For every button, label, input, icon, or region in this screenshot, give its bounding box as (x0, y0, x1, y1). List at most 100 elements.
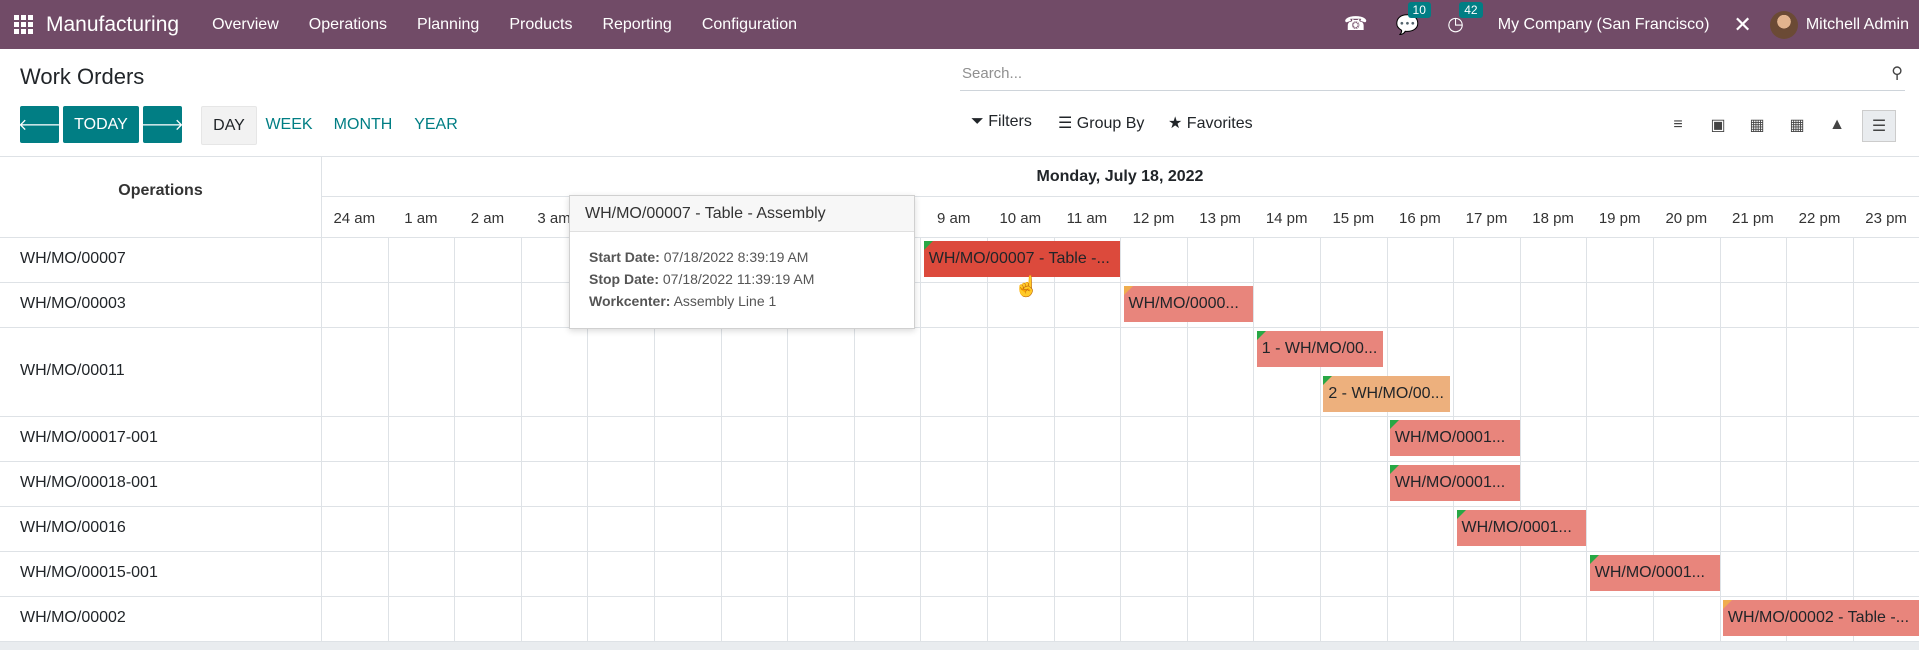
hour-label: 9 am (937, 210, 971, 227)
hour-label: 19 pm (1598, 210, 1641, 227)
operations-header: Operations (118, 182, 203, 199)
filters-label: Filters (988, 113, 1032, 130)
menu-reporting[interactable]: Reporting (602, 16, 671, 34)
header-bottom-line (0, 237, 1919, 238)
hour-grid-line (454, 237, 455, 642)
status-flag-icon (1256, 331, 1266, 340)
row-label[interactable]: WH/MO/00018-001 (20, 474, 158, 492)
hour-grid-line (1720, 237, 1721, 642)
calendar-view-icon[interactable]: ▦ (1741, 110, 1773, 140)
work-order-pill[interactable]: WH/MO/00007 - Table -... (923, 241, 1121, 277)
menu-planning[interactable]: Planning (417, 16, 479, 34)
row-label[interactable]: WH/MO/00015-001 (20, 564, 158, 582)
hour-grid-line (1853, 237, 1854, 642)
star-icon: ★ (1168, 115, 1183, 132)
work-order-pill[interactable]: 1 - WH/MO/00... (1256, 331, 1384, 367)
hour-label: 16 pm (1399, 210, 1441, 227)
kanban-view-icon[interactable]: ▣ (1702, 110, 1734, 140)
hour-label: 2 am (470, 210, 505, 227)
status-flag-icon (1722, 600, 1732, 609)
next-button[interactable]: 🡒 (141, 106, 184, 143)
status-flag-icon (1389, 465, 1399, 474)
hour-label: 17 pm (1465, 210, 1508, 227)
search-input[interactable] (960, 60, 1844, 86)
menu-products[interactable]: Products (509, 16, 572, 34)
messages-icon[interactable]: 💬 10 (1396, 1, 1431, 37)
status-flag-icon (1323, 376, 1333, 385)
user-menu[interactable]: Mitchell Admin (1806, 16, 1909, 34)
group-by-button[interactable]: ☰ Group By (1058, 113, 1144, 133)
hour-label: 14 pm (1265, 210, 1308, 227)
work-order-pill[interactable]: WH/MO/0001... (1389, 465, 1520, 501)
pill-label: WH/MO/00007 - Table -... (928, 250, 1110, 267)
work-order-pill[interactable]: WH/MO/0000... (1123, 286, 1254, 322)
row-divider (0, 551, 1919, 552)
arrow-left-icon: 🡐 (18, 117, 61, 134)
gantt-chart: Operations Monday, July 18, 2022 24 am 1 … (0, 156, 1919, 642)
stop-date-value: 07/18/2022 11:39:19 AM (662, 271, 815, 287)
operations-column-divider (321, 156, 322, 642)
start-date-label: Start Date: (589, 249, 660, 265)
funnel-icon: ⏷ (971, 113, 984, 130)
filters-button[interactable]: ⏷ Filters (971, 113, 1032, 131)
work-order-pill[interactable]: 2 - WH/MO/00... (1323, 376, 1450, 412)
arrow-right-icon: 🡒 (141, 117, 184, 134)
scale-month[interactable]: MONTH (328, 106, 398, 143)
row-label[interactable]: WH/MO/00016 (20, 519, 126, 537)
company-switcher[interactable]: My Company (San Francisco) (1498, 16, 1710, 34)
work-order-pill[interactable]: WH/MO/0001... (1589, 555, 1720, 591)
hour-grid-line (521, 237, 522, 642)
hour-label: 24 am (333, 210, 376, 227)
row-divider (0, 282, 1919, 283)
app-menu-icon[interactable] (14, 14, 34, 35)
favorites-button[interactable]: ★ Favorites (1168, 113, 1253, 133)
scale-week[interactable]: WEEK (262, 106, 316, 143)
page-title: Work Orders (20, 64, 145, 89)
menu-configuration[interactable]: Configuration (702, 16, 797, 34)
pill-label: WH/MO/0001... (1394, 429, 1506, 446)
debug-tools-icon[interactable]: ✕ (1733, 12, 1751, 38)
gantt-view-icon[interactable]: ☰ (1862, 110, 1896, 142)
app-name[interactable]: Manufacturing (46, 13, 179, 37)
hour-grid-line (1586, 237, 1587, 642)
previous-button[interactable]: 🡐 (18, 106, 61, 143)
list-view-icon[interactable]: ≡ (1662, 110, 1694, 140)
pill-label: WH/MO/0001... (1394, 474, 1506, 491)
row-label[interactable]: WH/MO/00003 (20, 295, 126, 313)
menu-overview[interactable]: Overview (212, 16, 279, 34)
pivot-view-icon[interactable]: ▦ (1781, 110, 1813, 140)
graph-view-icon[interactable]: ▲ (1821, 110, 1853, 140)
row-divider (0, 506, 1919, 507)
activities-clock-icon[interactable]: ◷ 42 (1447, 2, 1483, 36)
top-navbar: Manufacturing Overview Operations Planni… (0, 0, 1919, 49)
row-label[interactable]: WH/MO/00002 (20, 609, 126, 627)
scale-year[interactable]: YEAR (408, 106, 464, 143)
row-divider (0, 327, 1919, 328)
row-divider (0, 416, 1919, 417)
hour-grid-line (388, 237, 389, 642)
pill-label: 2 - WH/MO/00... (1328, 385, 1444, 402)
work-order-pill[interactable]: WH/MO/00002 - Table -... (1722, 600, 1919, 636)
pill-label: WH/MO/00002 - Table -... (1727, 609, 1910, 626)
pill-label: WH/MO/0000... (1128, 295, 1239, 312)
search-icon[interactable]: ⚲ (1891, 63, 1903, 83)
row-label[interactable]: WH/MO/00007 (20, 250, 126, 268)
bottom-scrollbar[interactable] (0, 642, 1919, 650)
avatar[interactable] (1769, 10, 1798, 39)
menu-operations[interactable]: Operations (309, 16, 387, 34)
row-label[interactable]: WH/MO/00017-001 (20, 429, 158, 447)
hour-label: 1 am (404, 210, 438, 227)
row-label[interactable]: WH/MO/00011 (20, 362, 125, 380)
work-order-pill[interactable]: WH/MO/0001... (1389, 420, 1520, 456)
scale-day[interactable]: DAY (201, 106, 257, 145)
hour-label: 11 am (1066, 210, 1108, 227)
today-button[interactable]: TODAY (63, 106, 139, 143)
hour-label: 18 pm (1532, 210, 1574, 227)
popover-title: WH/MO/00007 - Table - Assembly (570, 196, 914, 232)
hour-grid-line (987, 237, 988, 642)
work-order-pill[interactable]: WH/MO/0001... (1456, 510, 1587, 546)
hour-label: 23 pm (1865, 210, 1907, 227)
hour-label: 10 am (999, 210, 1042, 227)
date-separator-line (321, 196, 1919, 197)
phone-icon[interactable]: ☎ (1344, 13, 1368, 36)
